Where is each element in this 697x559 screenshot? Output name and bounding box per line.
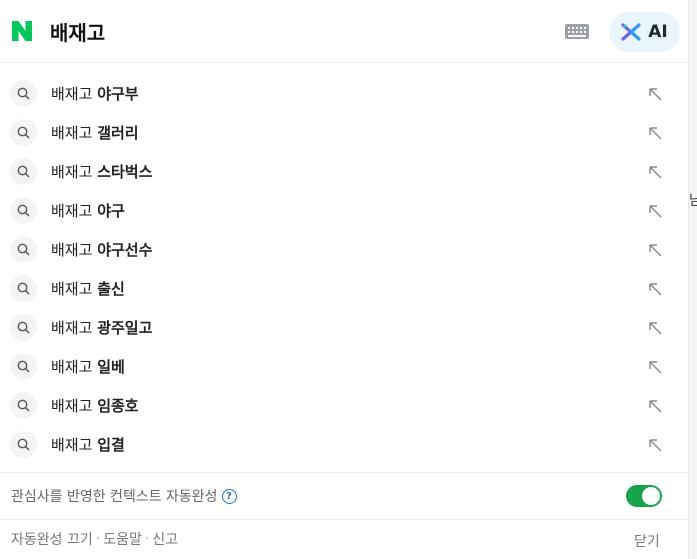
- arrow-up-left-icon[interactable]: [647, 398, 663, 414]
- close-button[interactable]: 닫기: [634, 531, 660, 551]
- suggestion-item[interactable]: 배재고 광주일고: [0, 308, 688, 347]
- search-header: 배재고 AI: [0, 0, 688, 63]
- ai-button[interactable]: AI: [609, 12, 680, 52]
- context-autocomplete-label: 관심사를 반영한 컨텍스트 자동완성: [11, 489, 218, 505]
- separator-dot: ·: [95, 531, 101, 547]
- suggestion-base: 배재고: [51, 280, 93, 298]
- suggestion-suffix: 야구부: [97, 85, 139, 103]
- suggestion-item[interactable]: 배재고 야구부: [0, 74, 688, 113]
- suggestion-suffix: 스타벅스: [97, 163, 153, 181]
- suggestion-base: 배재고: [51, 436, 93, 454]
- separator-dot: ·: [144, 531, 150, 547]
- context-autocomplete-row: 관심사를 반영한 컨텍스트 자동완성 ?: [0, 472, 688, 520]
- suggestion-list: 배재고 야구부 배재고 갤러리 배재고 스타벅스 배재고 야구 배재고 야구선수…: [0, 63, 688, 464]
- suggestion-suffix: 광주일고: [97, 319, 153, 337]
- arrow-up-left-icon[interactable]: [647, 320, 663, 336]
- suggestion-suffix: 야구선수: [97, 241, 153, 259]
- footer: 자동완성 끄기 · 도움말 · 신고 닫기: [0, 519, 688, 559]
- arrow-up-left-icon[interactable]: [647, 86, 663, 102]
- suggestion-base: 배재고: [51, 202, 93, 220]
- search-icon: [10, 158, 37, 185]
- help-link[interactable]: 도움말: [103, 529, 142, 549]
- keyboard-icon[interactable]: [565, 24, 589, 39]
- suggestion-item[interactable]: 배재고 출신: [0, 269, 688, 308]
- arrow-up-left-icon[interactable]: [647, 125, 663, 141]
- suggestion-suffix: 갤러리: [97, 124, 139, 142]
- suggestion-item[interactable]: 배재고 야구선수: [0, 230, 688, 269]
- arrow-up-left-icon[interactable]: [647, 242, 663, 258]
- suggestion-base: 배재고: [51, 85, 93, 103]
- arrow-up-left-icon[interactable]: [647, 437, 663, 453]
- search-icon: [10, 314, 37, 341]
- suggestion-item[interactable]: 배재고 임종호: [0, 386, 688, 425]
- search-icon: [10, 353, 37, 380]
- arrow-up-left-icon[interactable]: [647, 359, 663, 375]
- report-link[interactable]: 신고: [152, 529, 178, 549]
- ai-label: AI: [648, 22, 668, 42]
- suggestion-item[interactable]: 배재고 스타벅스: [0, 152, 688, 191]
- toggle-knob: [642, 487, 660, 505]
- suggestion-base: 배재고: [51, 319, 93, 337]
- search-icon: [10, 275, 37, 302]
- suggestion-base: 배재고: [51, 124, 93, 142]
- suggestion-item[interactable]: 배재고 야구: [0, 191, 688, 230]
- suggestion-suffix: 임종호: [97, 397, 139, 415]
- suggestion-item[interactable]: 배재고 입결: [0, 425, 688, 464]
- arrow-up-left-icon[interactable]: [647, 164, 663, 180]
- context-autocomplete-toggle[interactable]: [626, 485, 662, 507]
- background-fragment: 남: [689, 193, 697, 209]
- search-icon: [10, 197, 37, 224]
- suggestion-base: 배재고: [51, 241, 93, 259]
- suggestion-suffix: 출신: [97, 280, 125, 298]
- arrow-up-left-icon[interactable]: [647, 203, 663, 219]
- suggestion-item[interactable]: 배재고 일베: [0, 347, 688, 386]
- search-query[interactable]: 배재고: [50, 17, 105, 46]
- arrow-up-left-icon[interactable]: [647, 281, 663, 297]
- suggestion-base: 배재고: [51, 397, 93, 415]
- suggestion-suffix: 입결: [97, 436, 125, 454]
- naver-logo-icon[interactable]: [9, 18, 35, 44]
- suggestion-suffix: 야구: [97, 202, 125, 220]
- help-icon[interactable]: ?: [221, 488, 237, 504]
- search-icon: [10, 431, 37, 458]
- search-icon: [10, 236, 37, 263]
- search-icon: [10, 80, 37, 107]
- suggestion-base: 배재고: [51, 163, 93, 181]
- suggestion-suffix: 일베: [97, 358, 125, 376]
- search-icon: [10, 392, 37, 419]
- autocomplete-off-link[interactable]: 자동완성 끄기: [11, 529, 93, 549]
- suggestion-base: 배재고: [51, 358, 93, 376]
- autocomplete-panel: 배재고 AI 배재고 야구부 배재고 갤러리 배재고 스타벅스 배재고 야구 배…: [0, 0, 689, 559]
- ai-sparkle-icon: [621, 23, 641, 41]
- search-icon: [10, 119, 37, 146]
- suggestion-item[interactable]: 배재고 갤러리: [0, 113, 688, 152]
